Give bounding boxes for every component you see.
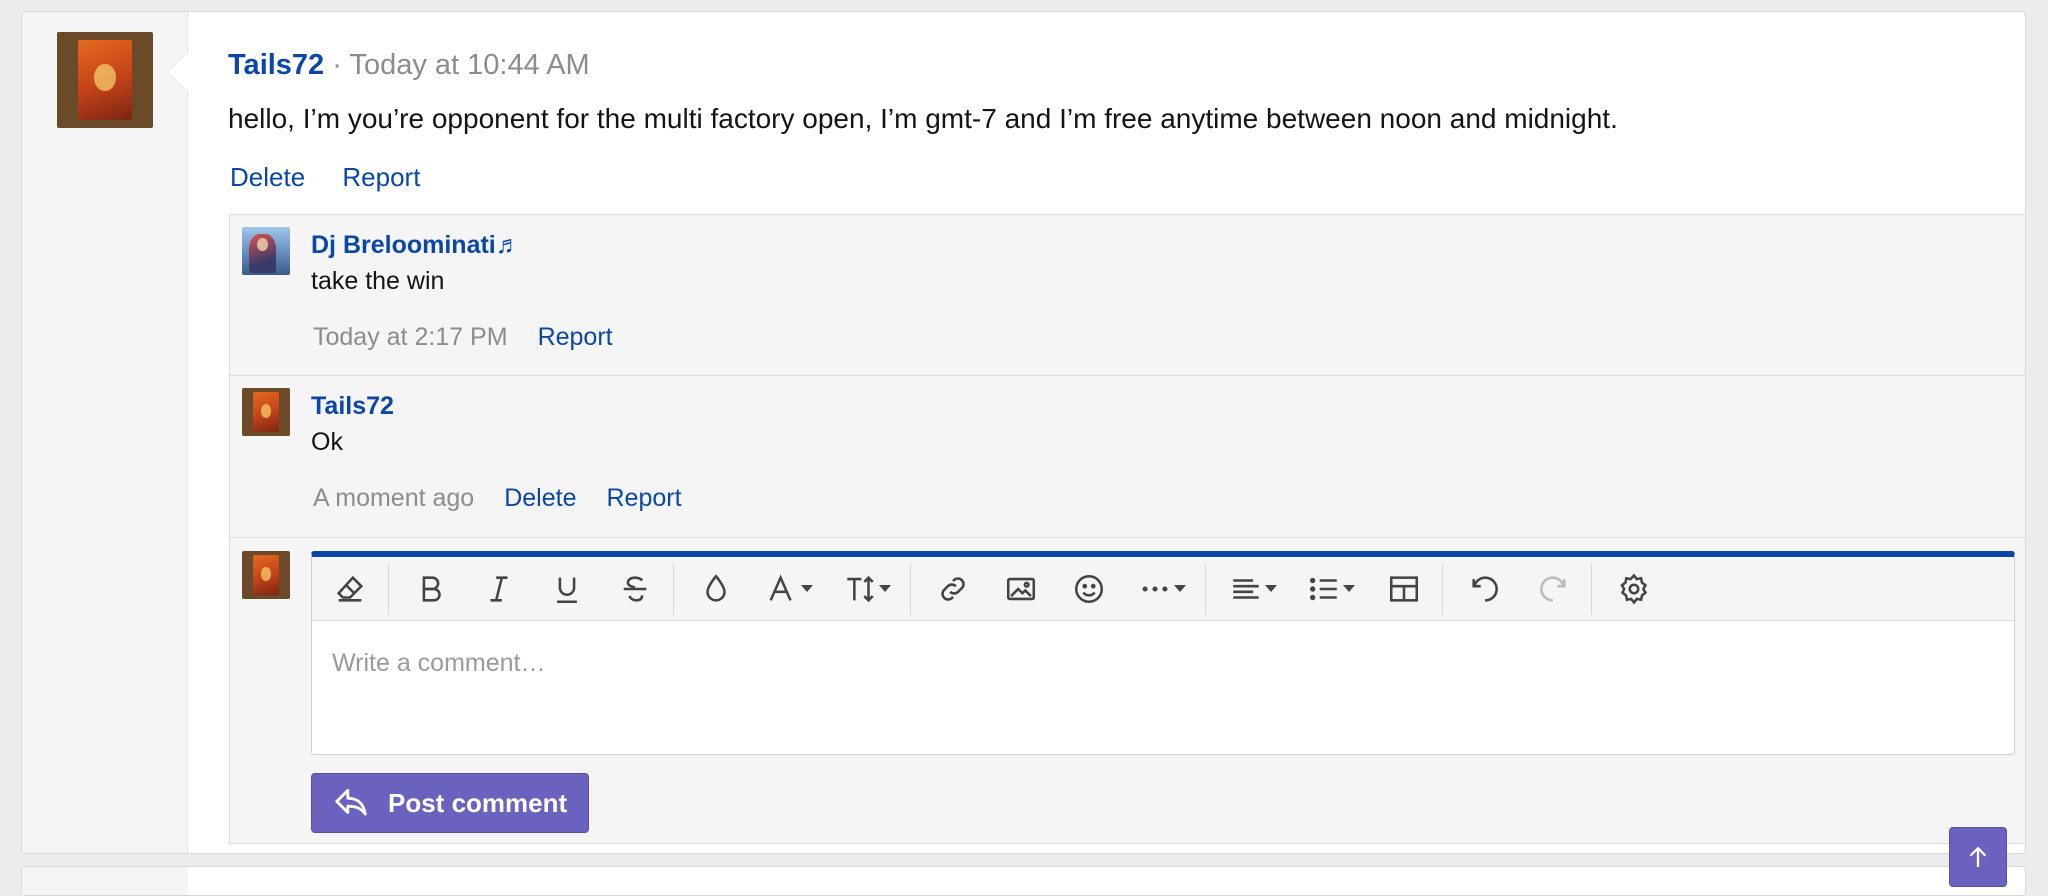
comment-input[interactable]: Write a comment… <box>332 649 1932 678</box>
eraser-icon[interactable] <box>326 565 374 613</box>
emoji-icon[interactable] <box>1065 565 1113 613</box>
report-comment-link[interactable]: Report <box>538 323 613 351</box>
table-icon[interactable] <box>1380 565 1428 613</box>
editor-toolbar <box>312 557 2014 621</box>
reply-icon <box>335 788 367 816</box>
comment-author-avatar[interactable] <box>242 388 290 436</box>
post-author-name[interactable]: Tails72 <box>228 49 324 81</box>
comment-time[interactable]: Today at 2:17 PM <box>313 323 508 351</box>
strikethrough-icon[interactable] <box>611 565 659 613</box>
comment-meta: Today at 2:17 PM Report <box>313 323 613 352</box>
post-header: Tails72 · Today at 10:44 AM <box>228 48 590 82</box>
comment-time[interactable]: A moment ago <box>313 484 474 512</box>
comments-section: Dj Breloominati♬ take the win Today at 2… <box>229 214 2025 844</box>
separator: · <box>332 49 342 81</box>
post-time[interactable]: Today at 10:44 AM <box>349 49 589 81</box>
settings-icon[interactable] <box>1610 565 1658 613</box>
comment-item: Dj Breloominati♬ take the win Today at 2… <box>230 215 2025 376</box>
font-size-icon[interactable] <box>838 565 896 613</box>
post-author-avatar[interactable] <box>57 32 153 128</box>
comment-item: Tails72 Ok A moment ago Delete Report <box>230 376 2025 538</box>
report-post-link[interactable]: Report <box>342 162 420 192</box>
text-color-icon[interactable] <box>692 565 740 613</box>
align-icon[interactable] <box>1224 565 1282 613</box>
post-comment-label: Post comment <box>388 787 568 818</box>
report-comment-link[interactable]: Report <box>606 484 681 512</box>
comment-editor: Write a comment… <box>311 551 2015 755</box>
link-icon[interactable] <box>929 565 977 613</box>
comment-text: take the win <box>311 267 445 295</box>
italic-icon[interactable] <box>475 565 523 613</box>
list-icon[interactable] <box>1302 565 1360 613</box>
more-options-icon[interactable] <box>1133 565 1191 613</box>
comment-text: Ok <box>311 428 343 456</box>
comment-author-avatar[interactable] <box>242 227 290 275</box>
post-actions: Delete Report <box>230 162 450 193</box>
font-family-icon[interactable] <box>760 565 818 613</box>
comment-meta: A moment ago Delete Report <box>313 484 682 513</box>
current-user-avatar[interactable] <box>242 551 290 599</box>
post-comment-button[interactable]: Post comment <box>311 773 589 833</box>
bold-icon[interactable] <box>407 565 455 613</box>
next-profile-post <box>21 866 2026 896</box>
undo-icon[interactable] <box>1461 565 1509 613</box>
profile-post: Tails72 · Today at 10:44 AM hello, I’m y… <box>21 11 2026 854</box>
comment-author-name[interactable]: Dj Breloominati♬ <box>311 231 521 260</box>
arrow-up-icon <box>1969 846 1987 867</box>
delete-post-link[interactable]: Delete <box>230 162 305 192</box>
post-sidebar <box>22 12 188 853</box>
redo-icon[interactable] <box>1529 565 1577 613</box>
delete-comment-link[interactable]: Delete <box>504 484 576 512</box>
comment-author-name[interactable]: Tails72 <box>311 392 394 421</box>
underline-icon[interactable] <box>543 565 591 613</box>
image-icon[interactable] <box>997 565 1045 613</box>
post-message: hello, I’m you’re opponent for the multi… <box>228 103 1618 134</box>
scroll-to-top-button[interactable] <box>1949 827 2007 887</box>
